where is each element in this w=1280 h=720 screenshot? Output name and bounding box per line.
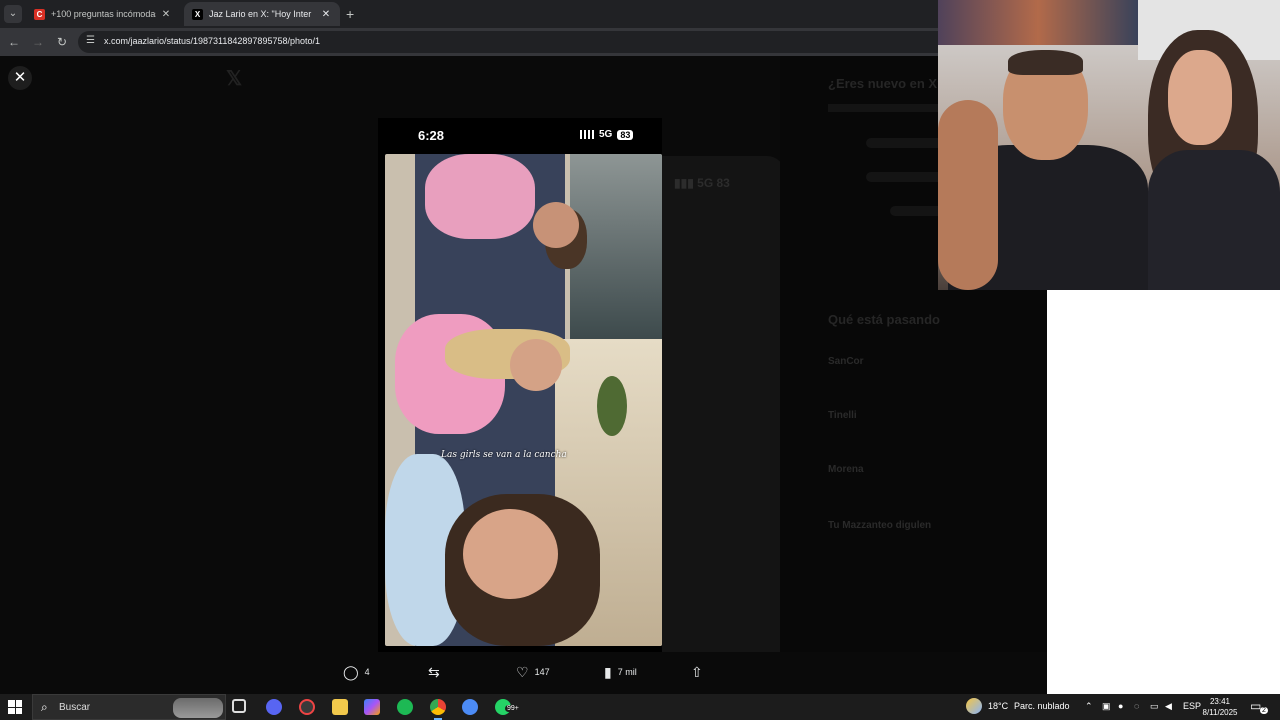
signal-icon bbox=[580, 130, 594, 139]
trend-item: SanCor bbox=[828, 356, 864, 367]
notification-icon[interactable]: ▭ 2 bbox=[1250, 699, 1268, 715]
plant-shape bbox=[597, 376, 627, 436]
blank-overlay-area bbox=[1047, 290, 1280, 694]
clock-time: 23:41 bbox=[1209, 697, 1231, 706]
streamer-woman bbox=[1148, 30, 1280, 290]
youtube-favicon-icon: C bbox=[34, 8, 45, 20]
tab-title: Jaz Lario en X: "Hoy Inter bbox=[209, 9, 312, 19]
back-button[interactable]: ← bbox=[6, 34, 22, 50]
site-info-icon[interactable]: ☰ bbox=[86, 35, 95, 46]
reload-button[interactable]: ↻ bbox=[54, 34, 70, 50]
app-icon[interactable] bbox=[462, 699, 478, 715]
x-logo-icon: 𝕏 bbox=[226, 68, 243, 90]
person-shape bbox=[463, 509, 558, 599]
views-count: 7 mil bbox=[617, 667, 637, 677]
mute-icon[interactable]: ◌ bbox=[1134, 701, 1139, 711]
whatsapp-badge: 99+ bbox=[505, 705, 521, 712]
like-button[interactable]: ♡ 147 bbox=[516, 665, 550, 679]
taskbar-search[interactable]: ⌕ Buscar bbox=[32, 694, 226, 720]
address-bar[interactable]: ☰ x.com/jaazlario/status/198731184289789… bbox=[78, 31, 940, 53]
photo-caption: Las girls se van a la cancha bbox=[441, 450, 567, 460]
reply-icon: ◯ bbox=[343, 664, 359, 680]
whatsapp-icon[interactable]: 99+ bbox=[495, 699, 521, 715]
x-favicon-icon: X bbox=[192, 8, 203, 20]
network-label: 5G bbox=[599, 129, 613, 140]
browser-toolbar: ← → ↻ ☰ x.com/jaazlario/status/198731184… bbox=[0, 28, 940, 56]
close-icon[interactable]: ✕ bbox=[8, 66, 32, 90]
chevron-up-icon[interactable]: ⌃ bbox=[1085, 701, 1093, 712]
views-button[interactable]: ▮ 7 mil bbox=[604, 665, 637, 679]
mic-icon[interactable]: ● bbox=[1118, 701, 1123, 711]
arm-shape bbox=[938, 100, 998, 290]
trend-item: Tu Mazzanteo digulen bbox=[828, 520, 932, 531]
notification-count: 2 bbox=[1260, 707, 1268, 714]
url-text: x.com/jaazlario/status/19873118428978957… bbox=[104, 36, 320, 46]
discord-icon[interactable] bbox=[266, 699, 282, 715]
close-tab-icon[interactable]: ✕ bbox=[160, 9, 172, 20]
file-explorer-icon[interactable] bbox=[332, 699, 348, 715]
forward-button[interactable]: → bbox=[30, 34, 46, 50]
views-icon: ▮ bbox=[604, 664, 612, 680]
phone-time: 6:28 bbox=[418, 128, 445, 143]
weather-icon[interactable] bbox=[966, 698, 982, 714]
dim-line bbox=[828, 104, 948, 112]
face-shape bbox=[1168, 50, 1232, 145]
windows-taskbar: ⌕ Buscar 99+ 18°C Parc. nublado ⌃ ▣ ● ◌ … bbox=[0, 694, 1280, 720]
network-icon[interactable]: ▭ bbox=[1150, 701, 1159, 712]
new-to-x-heading: ¿Eres nuevo en X? bbox=[828, 76, 946, 91]
camera-icon[interactable]: ▣ bbox=[1102, 701, 1111, 712]
taskbar-clock[interactable]: 23:41 8/11/2025 bbox=[1198, 696, 1242, 718]
streamer-man bbox=[938, 50, 1148, 290]
repost-button[interactable]: ⇆ bbox=[428, 665, 446, 679]
shelf-shape bbox=[938, 0, 1138, 45]
share-button[interactable]: ⇧ bbox=[691, 665, 703, 679]
person-shape bbox=[425, 154, 535, 239]
spotify-icon[interactable] bbox=[397, 699, 413, 715]
search-highlight-image bbox=[173, 698, 223, 718]
person-shape bbox=[533, 202, 579, 248]
windows-start-icon[interactable] bbox=[8, 700, 22, 714]
battery-icon: 83 bbox=[617, 129, 634, 140]
task-view-icon[interactable] bbox=[232, 699, 246, 713]
reply-button[interactable]: ◯ 4 bbox=[343, 665, 370, 679]
story-photo: Las girls se van a la cancha bbox=[385, 154, 662, 646]
webcam-overlay bbox=[938, 0, 1280, 290]
like-count: 147 bbox=[534, 667, 550, 677]
tab-preguntas[interactable]: C +100 preguntas incómodas y h ✕ bbox=[26, 2, 180, 26]
weather-temp[interactable]: 18°C bbox=[988, 701, 1008, 711]
reply-count: 4 bbox=[364, 667, 370, 677]
clock-date: 8/11/2025 bbox=[1202, 708, 1238, 717]
person-shape bbox=[510, 339, 562, 391]
close-tab-icon[interactable]: ✕ bbox=[320, 9, 332, 20]
body-shape bbox=[1148, 150, 1280, 290]
search-icon: ⌕ bbox=[41, 700, 48, 714]
copilot-icon[interactable] bbox=[364, 699, 380, 715]
repost-icon: ⇆ bbox=[428, 664, 440, 680]
trend-item: Morena bbox=[828, 464, 864, 475]
heart-icon: ♡ bbox=[516, 664, 529, 680]
trending-heading: Qué está pasando bbox=[828, 312, 940, 327]
post-actions: ◯ 4 ⇆ ♡ 147 ▮ 7 mil ⇧ bbox=[0, 652, 1047, 694]
volume-icon[interactable]: ◀ bbox=[1165, 701, 1172, 712]
weather-text[interactable]: Parc. nublado bbox=[1014, 701, 1070, 711]
phone-status-icons: 5G 83 bbox=[580, 129, 634, 140]
search-placeholder: Buscar bbox=[59, 702, 91, 713]
obs-icon[interactable] bbox=[299, 699, 315, 715]
tab-title: +100 preguntas incómodas y h bbox=[51, 9, 156, 19]
tab-x-post[interactable]: X Jaz Lario en X: "Hoy Inter ✕ bbox=[184, 2, 340, 26]
photo-viewer: 𝕏 ▮▮▮ 5G 83 ¿Eres nuevo en X? Qué está p… bbox=[0, 56, 1047, 694]
tab-search-button[interactable]: ⌄ bbox=[4, 5, 22, 23]
browser-tab-strip: ⌄ C +100 preguntas incómodas y h ✕ X Jaz… bbox=[0, 0, 940, 28]
hair-shape bbox=[1008, 50, 1083, 75]
chrome-icon[interactable] bbox=[430, 699, 446, 720]
post-photo[interactable]: 6:28 5G 83 Las girls se van a la cancha bbox=[378, 118, 662, 694]
new-tab-button[interactable]: + bbox=[346, 6, 354, 22]
share-icon: ⇧ bbox=[691, 664, 703, 680]
bg-signal: ▮▮▮ 5G 83 bbox=[674, 176, 730, 190]
trend-item: Tinelli bbox=[828, 410, 857, 421]
